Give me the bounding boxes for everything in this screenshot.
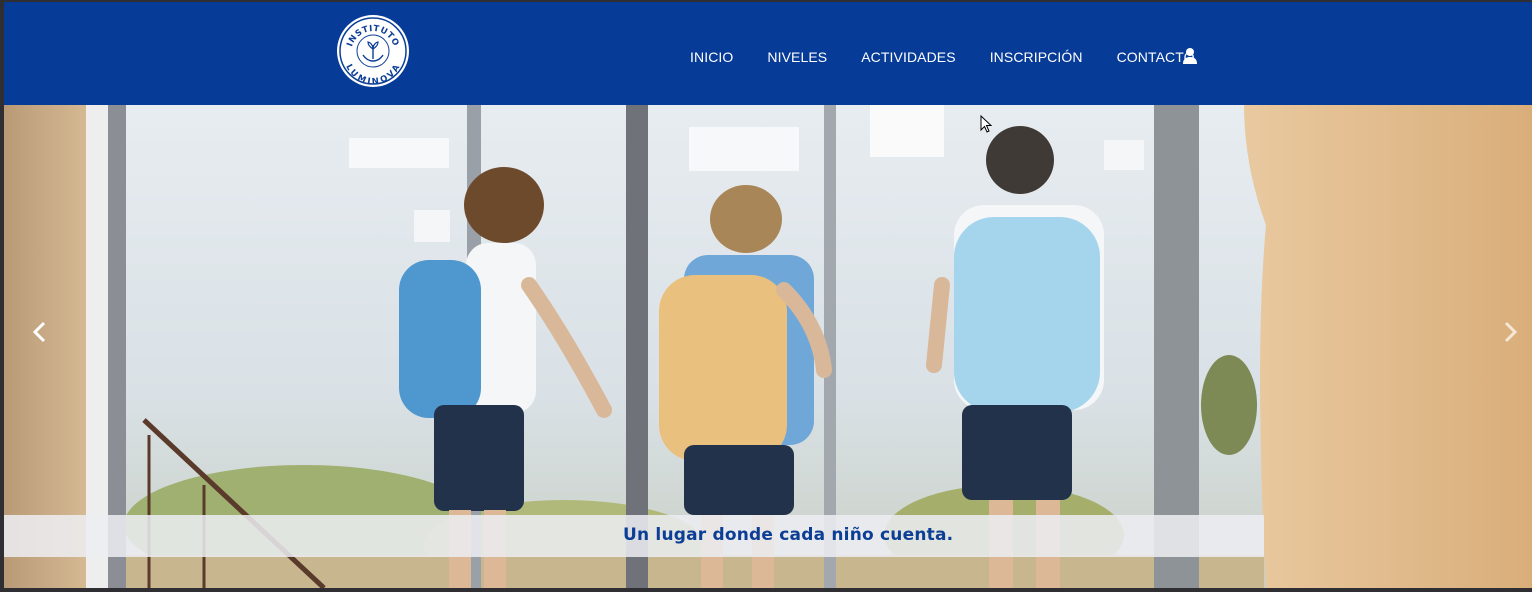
carousel-next-button[interactable] (1496, 318, 1524, 346)
site-logo[interactable]: INSTITUTO LUMINOVA (337, 15, 409, 87)
site-header: INSTITUTO LUMINOVA INICIO NIVELES ACTIVI… (4, 2, 1532, 105)
nav-item-actividades[interactable]: ACTIVIDADES (861, 48, 955, 66)
mouse-cursor-icon (980, 115, 992, 133)
chevron-right-icon (1504, 321, 1518, 343)
carousel-prev-button[interactable] (26, 318, 54, 346)
nav-item-inscripcion[interactable]: INSCRIPCIÓN (990, 48, 1083, 66)
hero-carousel: Un lugar donde cada niño cuenta. (4, 105, 1532, 588)
nav-item-inicio[interactable]: INICIO (690, 48, 733, 66)
chevron-left-icon (32, 321, 46, 343)
nav-item-niveles[interactable]: NIVELES (767, 48, 827, 66)
page: INSTITUTO LUMINOVA INICIO NIVELES ACTIVI… (4, 2, 1532, 588)
main-nav: INICIO NIVELES ACTIVIDADES INSCRIPCIÓN C… (690, 48, 1229, 66)
hero-caption: Un lugar donde cada niño cuenta. (623, 525, 954, 545)
browser-frame: INSTITUTO LUMINOVA INICIO NIVELES ACTIVI… (0, 0, 1532, 592)
user-icon[interactable] (1182, 47, 1198, 65)
